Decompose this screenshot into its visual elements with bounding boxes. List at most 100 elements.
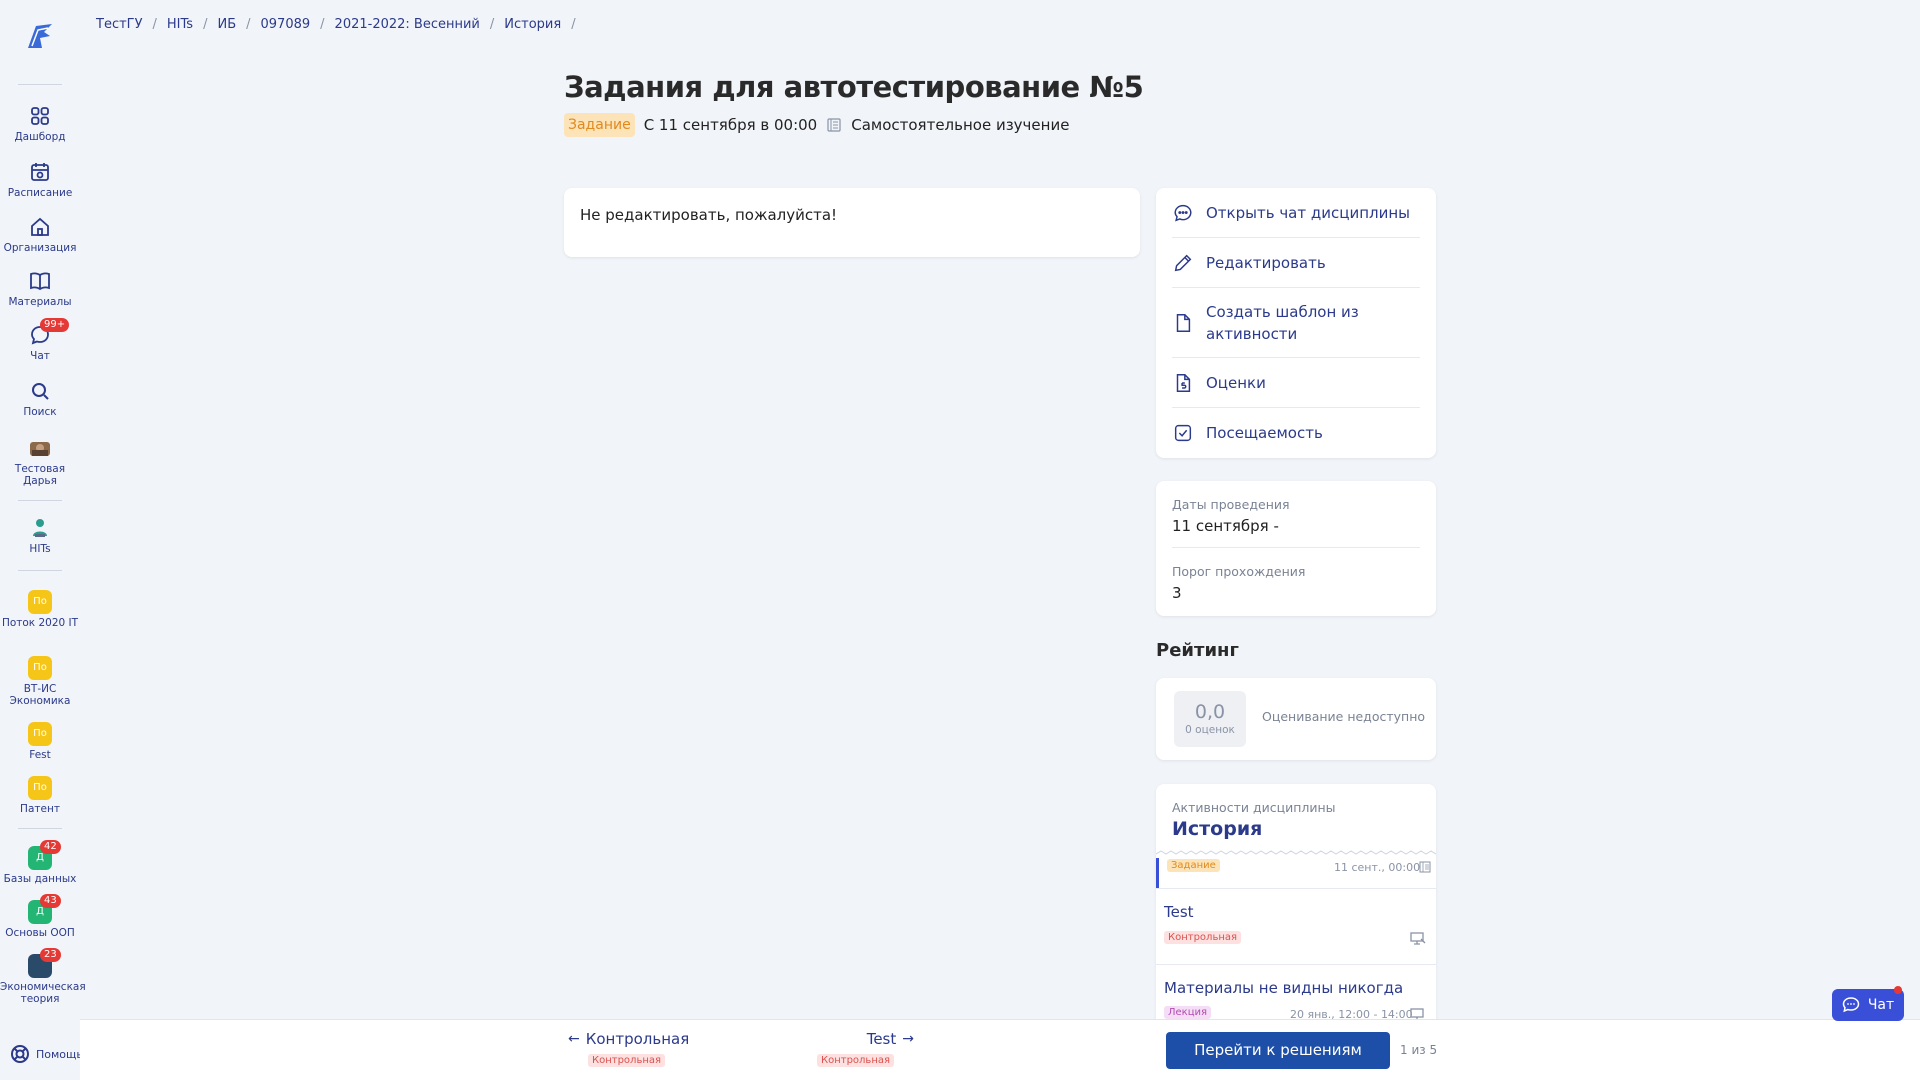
breadcrumb-separator: / <box>246 17 251 32</box>
sidebar-divider <box>18 570 62 571</box>
activity-tag: Лекция <box>1164 1006 1212 1019</box>
checkbox-icon <box>1174 424 1192 442</box>
sidebar-course-item[interactable]: Д Основы ООП 43 <box>0 894 80 939</box>
sidebar-item-search[interactable]: Поиск <box>0 379 80 418</box>
sidebar-divider <box>18 84 62 85</box>
next-activity-link[interactable]: Test → Контрольная <box>816 1030 914 1067</box>
sidebar-item-schedule[interactable]: Расписание <box>0 160 80 199</box>
search-icon <box>32 383 49 400</box>
chat-button-label: Чат <box>1867 997 1895 1013</box>
sidebar-item-dashboard[interactable]: Дашборд <box>0 104 80 143</box>
sidebar-item-label: Расписание <box>7 187 73 199</box>
activity-meta: Задание С 11 сентября в 00:00 Самостояте… <box>564 113 1069 137</box>
threshold-value: 3 <box>1172 584 1182 602</box>
sidebar-item-chat[interactable]: Чат 99+ <box>0 318 80 362</box>
sidebar-item-hits[interactable]: HITs <box>0 516 80 555</box>
go-to-solutions-button[interactable]: Перейти к решениям <box>1166 1032 1390 1069</box>
open-chat-button[interactable]: Открыть чат дисциплины <box>1172 188 1420 238</box>
breadcrumb-item[interactable]: ИБ <box>217 17 236 32</box>
rating-card: 0,0 0 оценок Оценивание недоступно <box>1156 678 1436 760</box>
logo-icon[interactable] <box>22 18 58 54</box>
pencil-icon <box>1174 254 1192 271</box>
calendar-icon <box>31 163 49 181</box>
monitor-icon <box>1410 932 1426 945</box>
sidebar-course-item[interactable]: По Поток 2020 IT <box>0 590 80 629</box>
activity-title[interactable]: Test <box>1164 903 1194 921</box>
breadcrumb-item[interactable]: ТестГУ <box>96 17 143 32</box>
sidebar-item-label: Экономическая теория <box>0 981 86 1005</box>
sidebar-item-label: ВТ-ИС Экономика <box>9 683 71 707</box>
breadcrumb-separator: / <box>320 17 325 32</box>
edit-button[interactable]: Редактировать <box>1172 238 1420 288</box>
rating-score: 0,0 <box>1194 701 1226 723</box>
activity-date: 11 сент., 00:00 <box>1334 861 1421 874</box>
prev-activity-link[interactable]: ← Контрольная Контрольная <box>568 1030 689 1067</box>
sidebar-course-item[interactable]: По Fest <box>0 722 80 761</box>
sidebar-item-label: Дашборд <box>14 131 66 143</box>
sidebar-course-item[interactable]: По Патент <box>0 776 80 815</box>
activity-title[interactable]: Материалы не видны никогда <box>1164 979 1403 997</box>
dashboard-icon <box>31 107 49 125</box>
sidebar-item-label: HITs <box>29 543 51 555</box>
action-label: Посещаемость <box>1206 424 1323 442</box>
info-card: Даты проведения 11 сентября - Порог прох… <box>1156 481 1436 616</box>
grades-button[interactable]: Оценки <box>1172 358 1420 408</box>
bottom-nav-bar: ← Контрольная Контрольная Test → Контрол… <box>80 1019 1920 1080</box>
next-activity-title: Test <box>866 1030 897 1048</box>
sidebar-item-organization[interactable]: Организация <box>0 215 80 254</box>
sidebar-item-label: Тестовая Дарья <box>14 463 66 487</box>
next-activity-tag: Контрольная <box>816 1054 894 1067</box>
sidebar-item-label: Базы данных <box>3 873 77 885</box>
sidebar-course-item[interactable]: По ВТ-ИС Экономика <box>0 656 80 707</box>
arrow-right-icon: → <box>902 1031 914 1047</box>
current-activity-row[interactable]: Задание 11 сент., 00:00 <box>1156 858 1436 888</box>
breadcrumb: ТестГУ / HITs / ИБ / 097089 / 2021-2022: Вес… <box>96 17 576 32</box>
sidebar-item-label: Поток 2020 IT <box>1 617 79 629</box>
arrow-left-icon: ← <box>568 1031 580 1047</box>
sidebar-item-profile[interactable]: Тестовая Дарья <box>0 436 80 487</box>
threshold-section: Порог прохождения 3 <box>1172 548 1420 602</box>
dates-value: 11 сентября - <box>1172 517 1279 535</box>
threshold-label: Порог прохождения <box>1172 564 1306 579</box>
dates-label: Даты проведения <box>1172 497 1290 512</box>
create-template-button[interactable]: Создать шаблон из активности <box>1172 288 1420 358</box>
document-icon <box>1176 313 1191 332</box>
row-divider <box>1156 964 1436 965</box>
dates-section: Даты проведения 11 сентября - <box>1172 481 1420 548</box>
floating-chat-button[interactable]: Чат <box>1832 986 1904 1021</box>
chat-badge: 99+ <box>40 318 70 332</box>
action-label: Оценки <box>1206 373 1266 392</box>
course-avatar: По <box>28 722 52 746</box>
course-avatar: По <box>28 590 52 614</box>
chat-icon <box>1842 997 1860 1013</box>
book-icon <box>827 118 841 132</box>
activity-date: С 11 сентября в 00:00 <box>643 116 818 134</box>
sidebar-item-materials[interactable]: Материалы <box>0 269 80 308</box>
attendance-button[interactable]: Посещаемость <box>1172 408 1420 458</box>
activity-mode: Самостоятельное изучение <box>851 116 1070 134</box>
help-link[interactable]: Помощь <box>10 1044 83 1064</box>
home-icon <box>31 217 49 236</box>
action-label: Открыть чат дисциплины <box>1206 203 1410 222</box>
sidebar-divider <box>18 500 62 501</box>
course-avatar: По <box>28 656 52 680</box>
activity-tag: Контрольная <box>1164 931 1242 944</box>
sidebar-item-label: Fest <box>29 749 51 761</box>
book-icon <box>30 272 50 291</box>
pager: 1 из 5 <box>1400 1043 1438 1057</box>
sidebar-course-item[interactable]: Экономическая теория 23 <box>0 948 86 1005</box>
breadcrumb-item[interactable]: История <box>504 17 561 32</box>
course-avatar: По <box>28 776 52 800</box>
breadcrumb-separator: / <box>203 17 208 32</box>
row-divider <box>1156 888 1436 889</box>
sidebar-item-label: Организация <box>3 242 77 254</box>
actions-card: Открыть чат дисциплины Редактировать Соз… <box>1156 188 1436 458</box>
action-label: Создать шаблон из активности <box>1206 302 1359 343</box>
list-divider <box>1156 850 1436 855</box>
breadcrumb-item[interactable]: 097089 <box>261 17 311 32</box>
discipline-title[interactable]: История <box>1172 818 1262 840</box>
course-badge: 42 <box>40 840 61 854</box>
breadcrumb-item[interactable]: HITs <box>167 17 193 32</box>
sidebar-course-item[interactable]: Д Базы данных 42 <box>0 840 80 885</box>
breadcrumb-item[interactable]: 2021-2022: Весенний <box>335 17 480 32</box>
